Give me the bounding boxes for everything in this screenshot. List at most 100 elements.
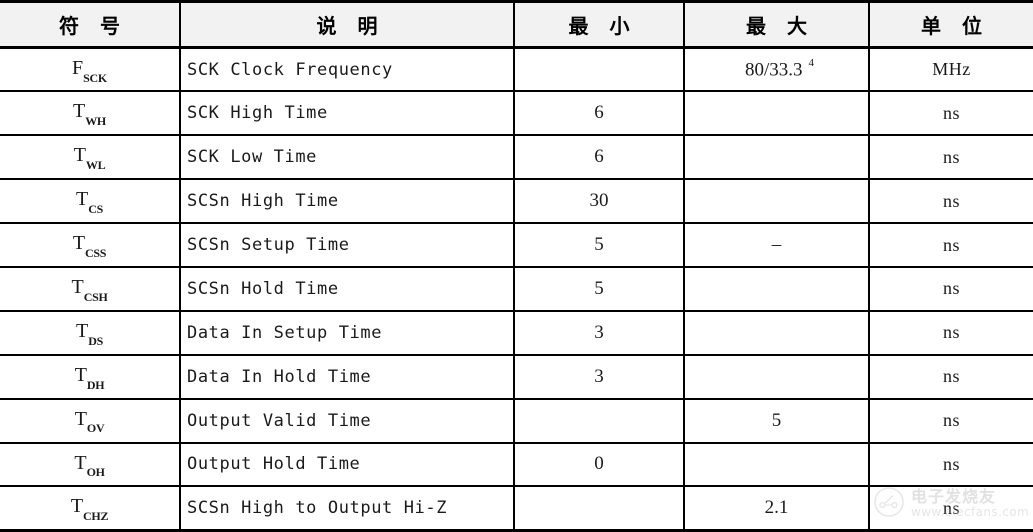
cell-description: Output Hold Time xyxy=(179,441,515,488)
cell-max xyxy=(683,441,870,488)
cell-unit: ns xyxy=(868,265,1033,312)
spec-table-container: 符 号 说 明 最 小 最 大 单 位 FSCK SCK Clock Freque… xyxy=(0,0,1033,532)
table-row: TOV Output Valid Time 5 ns xyxy=(0,397,1033,444)
symbol-base: T xyxy=(74,451,87,474)
cell-max: 80/33.3 4 xyxy=(683,46,870,93)
symbol-base: T xyxy=(76,188,89,211)
max-value: 80/33.3 xyxy=(744,58,803,80)
symbol-subscript: CS xyxy=(88,202,103,217)
max-value: 2.1 xyxy=(764,497,789,519)
column-header-description: 说 明 xyxy=(179,1,515,49)
cell-symbol: FSCK xyxy=(0,46,181,93)
header-row: 符 号 说 明 最 小 最 大 单 位 xyxy=(0,1,1033,49)
max-footnote-marker: 4 xyxy=(808,56,815,69)
max-value: – xyxy=(771,234,782,255)
cell-description: SCK High Time xyxy=(179,90,515,137)
cell-unit: ns xyxy=(868,134,1033,181)
cell-unit: ns xyxy=(868,397,1033,444)
symbol-subscript: DH xyxy=(86,377,105,392)
cell-max xyxy=(683,134,870,181)
table-row: TCHZ SCSn High to Output Hi-Z 2.1 ns xyxy=(0,485,1033,532)
table-row: TDS Data In Setup Time 3 ns xyxy=(0,309,1033,356)
table-header: 符 号 说 明 最 小 最 大 单 位 xyxy=(0,1,1033,49)
symbol-subscript: CSH xyxy=(83,289,108,304)
cell-description: Output Valid Time xyxy=(179,397,515,444)
cell-symbol: TCS xyxy=(0,178,181,225)
cell-description: SCSn High to Output Hi-Z xyxy=(179,485,515,532)
cell-min xyxy=(513,485,685,532)
cell-unit: ns xyxy=(868,309,1033,356)
symbol-base: T xyxy=(73,144,86,167)
table-body: FSCK SCK Clock Frequency 80/33.3 4 MHz TWH SCK… xyxy=(0,46,1033,532)
cell-unit: ns xyxy=(868,441,1033,488)
table-row: TDH Data In Hold Time 3 ns xyxy=(0,353,1033,400)
symbol-base: T xyxy=(70,495,84,518)
table-row: TCSH SCSn Hold Time 5 ns xyxy=(0,265,1033,312)
cell-symbol: TOV xyxy=(0,397,181,444)
cell-unit: ns xyxy=(868,90,1033,137)
symbol-subscript: DS xyxy=(88,333,103,348)
cell-symbol: TDS xyxy=(0,309,181,356)
symbol-base: T xyxy=(76,319,89,342)
table-row: TOH Output Hold Time 0 ns xyxy=(0,441,1033,488)
cell-min: 5 xyxy=(513,222,685,268)
cell-unit: ns xyxy=(868,353,1033,400)
cell-min: 6 xyxy=(513,134,685,181)
symbol-base: T xyxy=(71,276,84,298)
cell-description: SCSn Hold Time xyxy=(179,265,515,312)
column-header-min: 最 小 xyxy=(513,1,685,49)
symbol-base: T xyxy=(72,232,86,255)
cell-symbol: TOH xyxy=(0,441,181,488)
cell-symbol: TWH xyxy=(0,90,181,137)
table-row: TWL SCK Low Time 6 ns xyxy=(0,134,1033,181)
table-row: TWH SCK High Time 6 ns xyxy=(0,90,1033,137)
spi-timing-table: 符 号 说 明 最 小 最 大 单 位 FSCK SCK Clock Freque… xyxy=(0,0,1033,532)
cell-symbol: TWL xyxy=(0,134,181,181)
symbol-subscript: OV xyxy=(86,421,105,436)
cell-description: SCSn Setup Time xyxy=(179,222,515,268)
cell-min xyxy=(513,46,685,93)
cell-min xyxy=(513,397,685,444)
symbol-subscript: CSS xyxy=(85,245,107,260)
symbol-subscript: WH xyxy=(85,114,106,129)
symbol-base: F xyxy=(72,56,84,79)
cell-description: SCK Low Time xyxy=(179,134,515,181)
table-row: TCS SCSn High Time 30 ns xyxy=(0,178,1033,225)
cell-max: 2.1 xyxy=(683,485,870,532)
cell-description: Data In Hold Time xyxy=(179,353,515,400)
cell-symbol: TCSS xyxy=(0,222,181,268)
cell-max: – xyxy=(683,222,870,268)
cell-unit: MHz xyxy=(868,46,1033,93)
symbol-subscript: CHZ xyxy=(83,509,109,523)
cell-unit: ns xyxy=(868,222,1033,268)
cell-max xyxy=(683,353,870,400)
cell-symbol: TCHZ xyxy=(0,485,181,532)
cell-min: 3 xyxy=(513,353,685,400)
cell-max xyxy=(683,178,870,225)
symbol-base: T xyxy=(74,363,87,386)
symbol-subscript: WL xyxy=(85,158,106,173)
cell-min: 30 xyxy=(513,178,685,225)
table-row: TCSS SCSn Setup Time 5– ns xyxy=(0,222,1033,268)
cell-symbol: TCSH xyxy=(0,265,181,312)
cell-unit: ns xyxy=(868,178,1033,225)
table-row: FSCK SCK Clock Frequency 80/33.3 4 MHz xyxy=(0,46,1033,93)
cell-max xyxy=(683,265,870,312)
cell-min: 3 xyxy=(513,309,685,356)
cell-min: 0 xyxy=(513,441,685,488)
cell-description: Data In Setup Time xyxy=(179,309,515,356)
symbol-subscript: SCK xyxy=(83,70,107,85)
symbol-subscript: OH xyxy=(86,465,105,480)
cell-min: 6 xyxy=(513,90,685,137)
cell-min: 5 xyxy=(513,265,685,312)
cell-description: SCK Clock Frequency xyxy=(179,46,515,93)
symbol-base: T xyxy=(74,407,87,430)
max-value: 5 xyxy=(771,409,782,431)
cell-symbol: TDH xyxy=(0,353,181,400)
cell-description: SCSn High Time xyxy=(179,178,515,225)
column-header-unit: 单 位 xyxy=(868,1,1033,49)
cell-max: 5 xyxy=(683,397,870,444)
column-header-symbol: 符 号 xyxy=(0,1,181,49)
cell-unit: ns xyxy=(868,485,1033,532)
cell-max xyxy=(683,90,870,137)
